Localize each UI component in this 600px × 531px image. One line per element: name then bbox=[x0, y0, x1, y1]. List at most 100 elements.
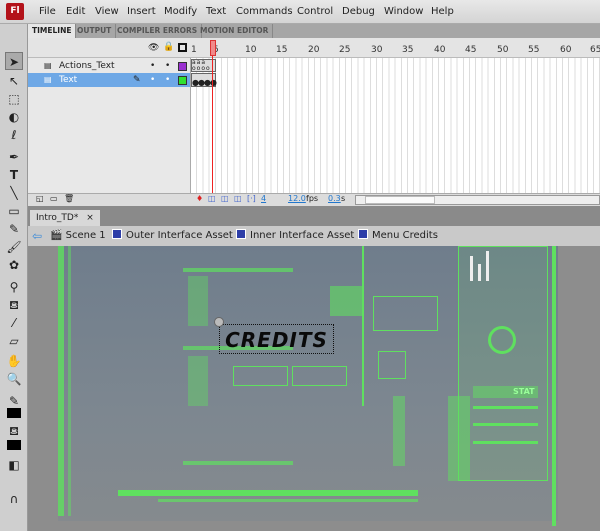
scrollbar-thumb[interactable] bbox=[365, 196, 435, 204]
breadcrumb-menu-credits[interactable]: Menu Credits bbox=[358, 226, 438, 246]
onion-skin-icon[interactable]: ◫ bbox=[208, 194, 216, 203]
hand-tool-icon[interactable]: ✋ bbox=[5, 352, 23, 370]
modify-markers-icon[interactable]: [·] bbox=[247, 194, 256, 203]
frame-number: 10 bbox=[245, 45, 257, 55]
3d-rotation-tool-icon[interactable]: ◐ bbox=[5, 108, 23, 126]
frame-grid[interactable] bbox=[191, 58, 600, 193]
breadcrumb-scene[interactable]: 🎬 Scene 1 bbox=[50, 226, 106, 246]
layer-color-swatch[interactable] bbox=[178, 62, 187, 71]
stage[interactable]: STAT CREDITS bbox=[28, 246, 600, 531]
credits-text[interactable]: CREDITS bbox=[219, 324, 334, 354]
selection-tool-icon[interactable]: ➤ bbox=[5, 52, 23, 70]
breadcrumb-inner-interface[interactable]: Inner Interface Asset bbox=[236, 226, 354, 246]
rectangle-tool-icon[interactable]: ▭ bbox=[5, 202, 23, 220]
frame-number: 65 bbox=[590, 45, 600, 55]
frame-number: 55 bbox=[528, 45, 540, 55]
subselection-tool-icon[interactable]: ↖ bbox=[5, 72, 23, 90]
zoom-tool-icon[interactable]: 🔍 bbox=[5, 370, 23, 388]
fill-color-swatch[interactable] bbox=[7, 440, 21, 450]
text-tool-icon[interactable]: T bbox=[5, 166, 23, 184]
pen-tool-icon[interactable]: ✒ bbox=[5, 148, 23, 166]
menu-help[interactable]: Help bbox=[431, 6, 454, 17]
menu-text[interactable]: Text bbox=[206, 6, 226, 17]
tab-timeline[interactable]: TIMELINE bbox=[28, 24, 77, 38]
menu-commands[interactable]: Commands bbox=[236, 6, 293, 17]
document-tabs: Intro_TD* × bbox=[28, 206, 600, 226]
menu-bar: Fl File Edit View Insert Modify Text Com… bbox=[0, 0, 600, 24]
layer-icon: ▤ bbox=[44, 75, 52, 84]
movieclip-symbol-icon bbox=[236, 229, 246, 239]
time-unit: s bbox=[341, 194, 346, 203]
playhead[interactable] bbox=[210, 40, 216, 56]
frame-rate[interactable]: 12.0 bbox=[288, 194, 306, 203]
snap-magnet-icon[interactable]: ∩ bbox=[5, 490, 23, 508]
interface-artwork: STAT bbox=[58, 246, 558, 526]
flash-logo: Fl bbox=[6, 3, 24, 20]
eyedropper-tool-icon[interactable]: ⁄ bbox=[5, 314, 23, 332]
menu-control[interactable]: Control bbox=[297, 6, 333, 17]
tab-motion-editor[interactable]: MOTION EDITOR bbox=[196, 24, 274, 38]
bone-tool-icon[interactable]: ⚲ bbox=[5, 278, 23, 296]
layer-actions-text[interactable]: ▤ Actions_Text • • bbox=[28, 59, 190, 73]
menu-edit[interactable]: Edit bbox=[66, 6, 85, 17]
lasso-tool-icon[interactable]: ℓ bbox=[5, 126, 23, 144]
new-folder-icon[interactable]: ▭ bbox=[50, 194, 58, 203]
lock-dot[interactable]: • bbox=[165, 59, 170, 73]
breadcrumb-label: Scene 1 bbox=[65, 230, 106, 241]
outline-icon[interactable] bbox=[178, 43, 187, 52]
layer-icon: ▤ bbox=[44, 61, 52, 70]
eraser-tool-icon[interactable]: ▱ bbox=[5, 332, 23, 350]
document-tab[interactable]: Intro_TD* × bbox=[30, 210, 100, 226]
frame-number: 30 bbox=[371, 45, 383, 55]
eye-icon[interactable]: 👁 bbox=[148, 43, 159, 53]
visibility-dot[interactable]: • bbox=[150, 73, 155, 87]
document-tab-label: Intro_TD* bbox=[36, 213, 79, 223]
timeline-footer: ◱ ▭ 🗑 ♦ ◫ ◫ ◫ [·] 4 12.0 fps 0.3 s bbox=[28, 193, 600, 206]
fps-unit: fps bbox=[306, 194, 319, 203]
menu-debug[interactable]: Debug bbox=[342, 6, 375, 17]
center-frame-icon[interactable]: ♦ bbox=[196, 194, 203, 203]
delete-layer-icon[interactable]: 🗑 bbox=[64, 194, 74, 203]
layer-text[interactable]: ▤ Text ✎ • • bbox=[28, 73, 190, 87]
swap-colors-icon[interactable]: ◧ bbox=[5, 456, 23, 474]
movieclip-symbol-icon bbox=[358, 229, 368, 239]
lock-icon[interactable]: 🔒 bbox=[163, 42, 174, 52]
onion-outlines-icon[interactable]: ◫ bbox=[221, 194, 229, 203]
edit-multiple-frames-icon[interactable]: ◫ bbox=[234, 194, 242, 203]
frame-number: 60 bbox=[560, 45, 572, 55]
pencil-icon: ✎ bbox=[133, 75, 141, 85]
line-tool-icon[interactable]: ╲ bbox=[5, 184, 23, 202]
free-transform-tool-icon[interactable]: ⬚ bbox=[5, 90, 23, 108]
tab-compiler-errors[interactable]: COMPILER ERRORS bbox=[113, 24, 203, 38]
pencil-tool-icon[interactable]: ✎ bbox=[5, 220, 23, 238]
tab-output[interactable]: OUTPUT bbox=[73, 24, 117, 38]
layer-color-swatch[interactable] bbox=[178, 76, 187, 85]
frame-number: 20 bbox=[308, 45, 320, 55]
fill-color-icon[interactable]: ⛾ bbox=[5, 422, 23, 440]
back-arrow-icon[interactable]: ⇦ bbox=[32, 226, 42, 246]
elapsed-time[interactable]: 0.3 bbox=[328, 194, 341, 203]
menu-insert[interactable]: Insert bbox=[127, 6, 156, 17]
scene-clapper-icon: 🎬 bbox=[50, 230, 63, 241]
timeline-scrollbar[interactable] bbox=[355, 195, 600, 205]
paint-bucket-tool-icon[interactable]: ⛾ bbox=[5, 296, 23, 314]
breadcrumb-label: Menu Credits bbox=[372, 230, 438, 241]
registration-point-icon bbox=[214, 317, 224, 327]
breadcrumb-outer-interface[interactable]: Outer Interface Asset bbox=[112, 226, 233, 246]
breadcrumb-label: Inner Interface Asset bbox=[250, 230, 355, 241]
current-frame[interactable]: 4 bbox=[261, 194, 266, 203]
menu-window[interactable]: Window bbox=[384, 6, 423, 17]
menu-view[interactable]: View bbox=[95, 6, 119, 17]
lock-dot[interactable]: • bbox=[165, 73, 170, 87]
close-tab-icon[interactable]: × bbox=[86, 213, 94, 223]
frame-number: 40 bbox=[434, 45, 446, 55]
visibility-dot[interactable]: • bbox=[150, 59, 155, 73]
menu-modify[interactable]: Modify bbox=[164, 6, 197, 17]
breadcrumb-label: Outer Interface Asset bbox=[126, 230, 233, 241]
brush-tool-icon[interactable]: 🖌 bbox=[5, 238, 23, 256]
stroke-color-swatch[interactable] bbox=[7, 408, 21, 418]
deco-tool-icon[interactable]: ✿ bbox=[5, 256, 23, 274]
new-layer-icon[interactable]: ◱ bbox=[36, 194, 44, 203]
menu-file[interactable]: File bbox=[39, 6, 56, 17]
playhead-line bbox=[212, 56, 213, 194]
